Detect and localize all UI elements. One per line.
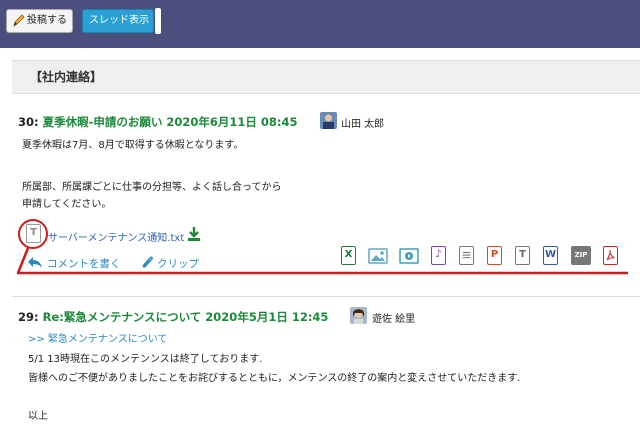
thread-view-label: スレッド表示 [89, 15, 149, 26]
author-name[interactable]: 遊佐 絵里 [372, 310, 415, 325]
document-icon[interactable] [459, 246, 474, 265]
text-icon[interactable]: T [515, 246, 530, 265]
post-body-line: 所属部、所属課ごとに仕事の分担等、よく話し合ってから [22, 182, 282, 193]
post-title-link[interactable]: Re:緊急メンテナンスについて 2020年5月1日 12:45 [43, 310, 329, 324]
author-name[interactable]: 山田 太郎 [341, 115, 384, 130]
post-number: 29: [18, 310, 39, 324]
video-icon[interactable] [399, 248, 419, 264]
post-body-line: 皆様へのご不便がありましたことをお詫びするとともに，メンテンスの終了の案内と変え… [28, 373, 521, 384]
zip-icon[interactable]: ZIP [571, 246, 591, 265]
main-panel: 【社内連絡】 30: 夏季休暇-申請のお願い 2020年6月11日 08:45 … [0, 48, 640, 426]
post-button[interactable]: 投稿する [6, 9, 73, 33]
post-body-line: 以上 [28, 411, 48, 422]
avatar[interactable] [320, 112, 337, 129]
avatar[interactable] [350, 307, 367, 324]
toolbar: 投稿する スレッド表示 [0, 0, 640, 40]
post-number: 30: [18, 115, 39, 129]
post-body-line: 夏季休暇は7月、8月で取得する休暇となります。 [22, 140, 244, 151]
thread-view-toggle[interactable] [155, 8, 161, 34]
reply-icon[interactable] [27, 255, 43, 269]
post-body-line: 5/1 13時現在このメンテンンスは終了しております. [28, 354, 263, 365]
download-icon[interactable] [186, 226, 202, 242]
comment-link[interactable]: コメントを書く [47, 256, 121, 271]
post-30-header: 30: 夏季休暇-申請のお願い 2020年6月11日 08:45 [18, 114, 298, 130]
word-icon[interactable]: W [543, 246, 558, 265]
powerpoint-icon[interactable]: P [487, 246, 502, 265]
excel-icon[interactable]: X [341, 246, 356, 265]
pencil-icon [13, 14, 25, 27]
clip-link[interactable]: クリップ [157, 256, 199, 271]
attachment-link[interactable]: サーバーメンテナンス通知.txt [48, 229, 184, 244]
highlight-circle [18, 219, 48, 249]
post-body-line: 申請してください。 [22, 199, 112, 210]
post-title-link[interactable]: 夏季休暇-申請のお願い 2020年6月11日 08:45 [43, 115, 298, 129]
post-29-header: 29: Re:緊急メンテナンスについて 2020年5月1日 12:45 [18, 309, 328, 325]
post-divider [12, 296, 640, 297]
music-icon[interactable]: ♪ [431, 246, 446, 265]
section-title: 【社内連絡】 [12, 60, 640, 94]
post-button-label: 投稿する [27, 15, 67, 26]
pdf-icon[interactable] [603, 246, 618, 265]
quote-link[interactable]: >> 緊急メンテナンスについて [28, 330, 167, 345]
clip-icon[interactable] [140, 255, 154, 269]
image-icon[interactable] [368, 248, 388, 264]
thread-view-button[interactable]: スレッド表示 [82, 9, 154, 33]
